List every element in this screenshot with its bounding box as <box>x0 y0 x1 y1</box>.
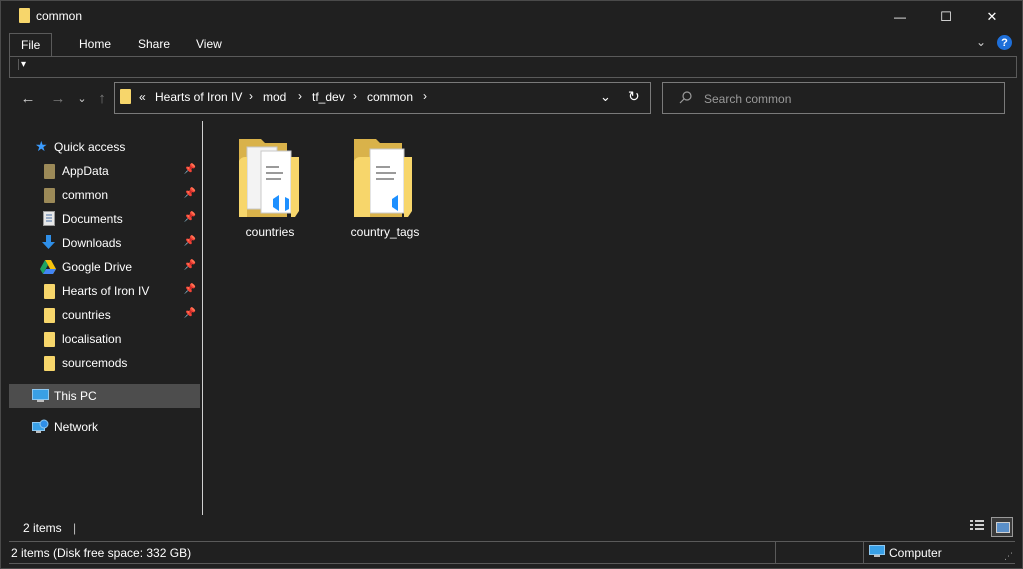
refresh-icon[interactable]: ↻ <box>628 88 640 105</box>
pin-icon[interactable]: 📌 <box>184 164 196 175</box>
minimize-button[interactable]: — <box>877 1 923 32</box>
sidebar-item-hearts-of-iron[interactable]: Hearts of Iron IV 📌 <box>9 279 200 303</box>
documents-icon <box>43 211 55 226</box>
sidebar-item-localisation[interactable]: localisation <box>9 327 200 351</box>
sidebar-this-pc[interactable]: This PC <box>9 384 200 408</box>
details-view-icon[interactable] <box>969 519 985 533</box>
folder-icon <box>354 139 412 217</box>
up-button[interactable]: ↑ <box>92 88 112 108</box>
pin-icon[interactable]: 📌 <box>184 308 196 319</box>
tab-home[interactable]: Home <box>79 33 111 55</box>
tab-file[interactable]: File <box>9 33 53 56</box>
forward-button[interactable]: → <box>48 88 68 108</box>
sidebar-item-label: AppData <box>62 164 109 178</box>
search-placeholder: Search common <box>704 92 792 106</box>
sidebar-item-label: Documents <box>62 212 123 226</box>
sidebar-item-sourcemods[interactable]: sourcemods <box>9 351 200 375</box>
folder-icon <box>44 356 55 371</box>
folder-icon <box>19 8 30 23</box>
folder-icon <box>44 332 55 347</box>
breadcrumb-separator[interactable]: › <box>353 89 357 103</box>
breadcrumb-separator[interactable]: › <box>298 89 302 103</box>
breadcrumb-mod[interactable]: mod <box>263 90 286 104</box>
customize-toolbar-icon[interactable]: ▾ <box>18 59 26 70</box>
star-icon: ★ <box>35 138 48 154</box>
computer-icon <box>32 389 49 402</box>
folder-icon <box>44 284 55 299</box>
pin-icon[interactable]: 📌 <box>184 236 196 247</box>
back-button[interactable]: ← <box>18 88 38 108</box>
file-item-country-tags[interactable]: country_tags <box>345 134 425 244</box>
resize-grip-icon[interactable]: ⋰ <box>1004 551 1013 562</box>
sidebar-item-google-drive[interactable]: Google Drive 📌 <box>9 255 200 279</box>
disk-space-text: 2 items (Disk free space: 332 GB) <box>11 546 192 560</box>
file-item-countries[interactable]: countries <box>230 134 310 244</box>
address-dropdown-icon[interactable]: ⌄ <box>600 89 611 105</box>
explorer-window: common — ☐ ✕ File Home Share View ⌄ ? ▾ … <box>0 0 1023 569</box>
sidebar-item-label: Hearts of Iron IV <box>62 284 150 298</box>
pane-divider[interactable] <box>202 121 203 515</box>
large-icons-view-icon[interactable] <box>991 517 1013 537</box>
item-count-text: 2 items <box>23 521 62 535</box>
folder-icon <box>44 308 55 323</box>
file-name: country_tags <box>350 225 420 239</box>
sidebar-item-appdata[interactable]: AppData 📌 <box>9 159 200 183</box>
search-icon <box>679 91 692 104</box>
computer-icon <box>869 545 885 557</box>
breadcrumb-overflow[interactable]: « <box>139 90 146 104</box>
sidebar-item-countries[interactable]: countries 📌 <box>9 303 200 327</box>
google-drive-icon <box>40 260 56 274</box>
pin-icon[interactable]: 📌 <box>184 284 196 295</box>
maximize-button[interactable]: ☐ <box>923 1 969 32</box>
folder-icon <box>120 89 131 104</box>
breadcrumb-tf-dev[interactable]: tf_dev <box>312 90 345 104</box>
network-icon <box>32 419 49 433</box>
pin-icon[interactable]: 📌 <box>184 212 196 223</box>
folder-icon <box>239 139 299 217</box>
recent-locations-button[interactable]: ⌄ <box>72 88 92 108</box>
close-button[interactable]: ✕ <box>969 1 1015 32</box>
breadcrumb-separator[interactable]: › <box>423 89 427 103</box>
sidebar-item-common[interactable]: common 📌 <box>9 183 200 207</box>
sidebar-item-label: common <box>62 188 109 202</box>
sidebar-item-label: Downloads <box>62 236 122 250</box>
help-icon[interactable]: ? <box>997 35 1012 50</box>
folder-icon <box>44 188 55 203</box>
item-count: 2 items | <box>23 521 77 535</box>
quick-access-toolbar: ▾ <box>9 56 1017 78</box>
sidebar-item-label: This PC <box>54 389 97 403</box>
window-title: common <box>36 9 83 23</box>
sidebar-item-label: localisation <box>62 332 122 346</box>
address-bar[interactable]: « Hearts of Iron IV › mod › tf_dev › com… <box>114 82 651 114</box>
sidebar-network[interactable]: Network <box>9 415 200 439</box>
sidebar-item-documents[interactable]: Documents 📌 <box>9 207 200 231</box>
details-status-bar: 2 items (Disk free space: 332 GB) Comput… <box>9 541 1015 564</box>
pin-icon[interactable]: 📌 <box>184 260 196 271</box>
pin-icon[interactable]: 📌 <box>184 188 196 199</box>
ribbon-expand-icon[interactable]: ⌄ <box>976 35 986 49</box>
sidebar-item-label: Quick access <box>54 140 126 154</box>
sidebar-quick-access[interactable]: ★ Quick access <box>9 135 200 159</box>
breadcrumb-common[interactable]: common <box>367 90 413 104</box>
sidebar-item-downloads[interactable]: Downloads 📌 <box>9 231 200 255</box>
tab-view[interactable]: View <box>196 33 222 55</box>
breadcrumb-hearts-of-iron[interactable]: Hearts of Iron IV <box>155 90 242 104</box>
search-box[interactable]: Search common <box>662 82 1005 114</box>
sidebar-item-label: sourcemods <box>62 356 128 370</box>
location-text: Computer <box>889 546 942 560</box>
sidebar-item-label: Google Drive <box>62 260 133 274</box>
sidebar-item-label: countries <box>62 308 111 322</box>
folder-icon <box>44 164 55 179</box>
sidebar-item-label: Network <box>54 420 99 434</box>
tab-share[interactable]: Share <box>138 33 170 55</box>
breadcrumb-separator[interactable]: › <box>249 89 253 103</box>
downloads-icon <box>42 235 55 249</box>
file-name: countries <box>245 225 295 239</box>
